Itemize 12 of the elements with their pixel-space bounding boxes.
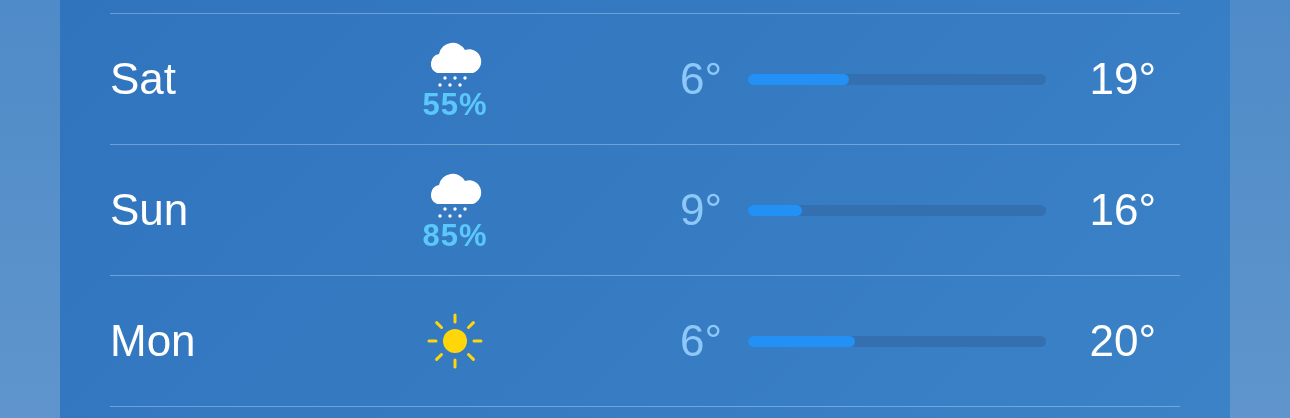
low-temperature: 6° [678,54,723,104]
sun-icon [427,313,483,369]
low-temperature: 6° [678,316,723,366]
low-temperature: 9° [678,185,723,235]
day-label: Sat [110,54,178,104]
high-temperature: 20° [1088,316,1156,366]
day-label: Mon [110,316,197,366]
precipitation-chance: 55% [422,88,488,120]
high-temperature: 16° [1088,185,1156,235]
precipitation-chance: 85% [422,219,488,251]
high-temperature: 19° [1088,54,1156,104]
day-label: Sun [110,185,190,235]
